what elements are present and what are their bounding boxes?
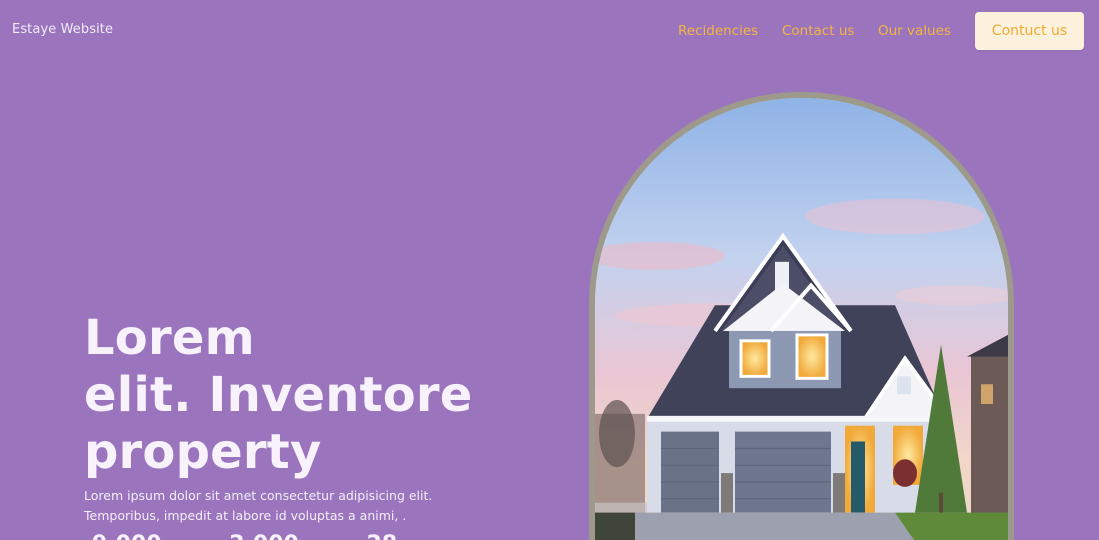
stat-value: 2,000 bbox=[229, 532, 299, 540]
nav-link-contact[interactable]: Contact us bbox=[782, 23, 854, 39]
nav-link-residencies[interactable]: Recidencies bbox=[678, 23, 758, 39]
hero-title: Lorem elit. Inventore property bbox=[84, 310, 473, 481]
hero-title-line: property bbox=[84, 424, 322, 480]
hero-description: Lorem ipsum dolor sit amet consectetur a… bbox=[84, 486, 432, 526]
hero-title-line: Lorem bbox=[84, 310, 255, 366]
stat-value: 28 bbox=[367, 532, 398, 540]
brand-logo-text[interactable]: Estaye Website bbox=[12, 22, 113, 37]
hero-title-line: elit. Inventore bbox=[84, 367, 473, 423]
hero-description-line: Lorem ipsum dolor sit amet consectetur a… bbox=[84, 488, 433, 503]
hero-description-line: Temporibus, impedit at labore id volupta… bbox=[84, 508, 407, 523]
nav-link-values[interactable]: Our values bbox=[878, 23, 951, 39]
hero-stats: 9,000 2,000 28 bbox=[92, 532, 457, 540]
contact-us-button[interactable]: Contuct us bbox=[975, 12, 1084, 50]
house-photo bbox=[595, 98, 1008, 540]
hero-image-arch bbox=[589, 92, 1014, 540]
stat-value: 9,000 bbox=[92, 532, 162, 540]
